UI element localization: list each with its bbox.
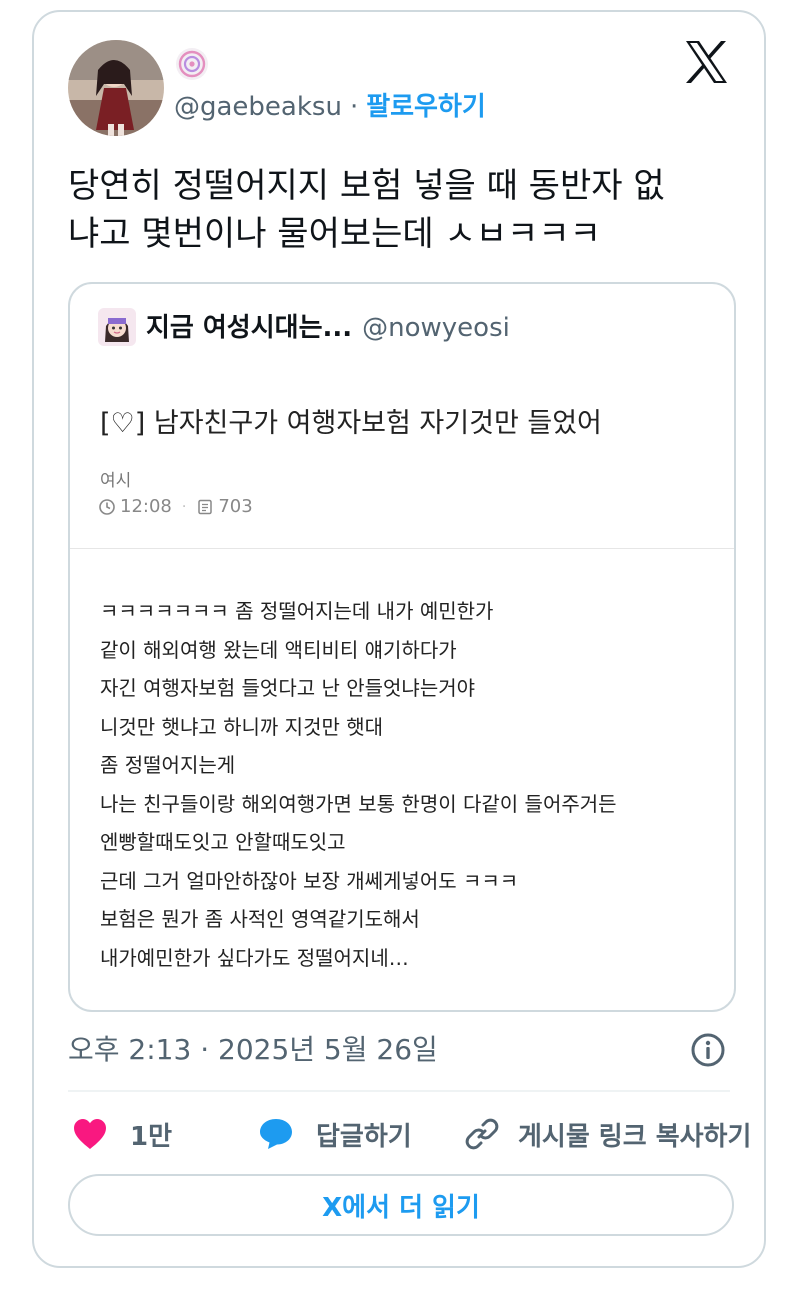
quoted-body-line: 보험은 뭔가 좀 사적인 영역같기도해서	[100, 907, 420, 931]
copy-link-button[interactable]: 게시물 링크 복사하기	[464, 1112, 751, 1156]
author-row: @gaebeaksu · 팔로우하기	[174, 90, 486, 124]
speech-bubble-icon	[260, 1119, 292, 1149]
like-button[interactable]: 1만	[72, 1112, 172, 1156]
copy-link-label: 게시물 링크 복사하기	[518, 1121, 752, 1152]
meta-separator: ·	[181, 498, 187, 515]
quoted-post-title: [♡] 남자친구가 여행자보험 자기것만 들었어	[100, 408, 602, 439]
avatar[interactable]	[68, 40, 164, 136]
quoted-post-meta: 12:08 · 703	[98, 496, 253, 517]
quoted-body-line: 좀 정떨어지는게	[100, 753, 236, 777]
link-icon	[465, 1118, 499, 1150]
tweet-text-line: 냐고 몇번이나 물어보는데 ㅅㅂㅋㅋㅋ	[68, 214, 601, 254]
quoted-body-line: ㅋㅋㅋㅋㅋㅋㅋ 좀 정떨어지는데 내가 예민한가	[100, 599, 494, 623]
avatar-photo	[68, 40, 164, 136]
author-handle[interactable]: @gaebeaksu	[174, 92, 342, 122]
quoted-post-category: 여시	[100, 471, 132, 491]
quoted-post[interactable]: 지금 여성시대는... @nowyeosi [♡] 남자친구가 여행자보험 자기것…	[68, 282, 736, 1012]
embedded-tweet-card: @gaebeaksu · 팔로우하기 당연히 정떨어지지 보험 넣을 때 동반자 없…	[32, 10, 766, 1268]
quoted-body-line: 나는 친구들이랑 해외여행가면 보통 한명이 다같이 들어주거든	[100, 791, 617, 816]
tweet-text-line: 당연히 정떨어지지 보험 넣을 때 동반자 없	[68, 166, 665, 206]
read-more-button[interactable]: X에서 더 읽기	[68, 1174, 734, 1236]
quoted-body-line: 니것만 햇냐고 하니까 지것만 햇대	[100, 714, 384, 739]
quoted-author-handle: @nowyeosi	[362, 313, 510, 343]
action-bar: 1만 답글하기 게시물 링크 복사하기	[68, 1112, 751, 1156]
divider	[68, 1090, 730, 1092]
tweet-text: 당연히 정떨어지지 보험 넣을 때 동반자 없 냐고 몇번이나 물어보는데 ㅅㅂ…	[68, 162, 738, 258]
quoted-body-line: 근데 그거 얼마안하잖아 보장 개쎄게넣어도 ㅋㅋㅋ	[100, 868, 519, 893]
quoted-body-line: 엔빵할때도잇고 안할때도잇고	[100, 830, 346, 854]
quoted-avatar-icon	[98, 308, 136, 346]
quoted-post-views: 703	[218, 496, 253, 517]
reply-label: 답글하기	[316, 1121, 412, 1152]
quoted-divider	[70, 548, 734, 549]
quoted-body-line: 같이 해외여행 왔는데 액티비티 얘기하다가	[100, 637, 457, 662]
x-logo-icon[interactable]	[682, 38, 730, 86]
quoted-body-line: 내가예민한가 싶다가도 정떨어지네…	[100, 945, 409, 970]
tweet-timestamp[interactable]: 오후 2:13 · 2025년 5월 26일	[68, 1030, 438, 1070]
quoted-author-name: 지금 여성시대는...	[146, 313, 353, 343]
like-count: 1만	[130, 1121, 173, 1152]
quoted-post-time: 12:08	[120, 496, 172, 517]
reply-button[interactable]: 답글하기	[258, 1112, 412, 1156]
clock-icon	[99, 498, 115, 515]
document-icon	[198, 499, 213, 514]
heart-icon	[74, 1119, 106, 1149]
quoted-post-body: ㅋㅋㅋㅋㅋㅋㅋ 좀 정떨어지는데 내가 예민한가 같이 해외여행 왔는데 액티비…	[100, 592, 720, 977]
quoted-avatar	[98, 308, 136, 346]
spiral-badge-icon	[176, 48, 208, 80]
follow-button[interactable]: 팔로우하기	[366, 92, 486, 122]
quoted-body-line: 자긴 여행자보험 들엇다고 난 안들엇냐는거야	[100, 676, 476, 700]
info-icon[interactable]	[690, 1032, 726, 1068]
quoted-header: 지금 여성시대는... @nowyeosi	[146, 310, 510, 346]
separator-dot: ·	[349, 92, 359, 122]
